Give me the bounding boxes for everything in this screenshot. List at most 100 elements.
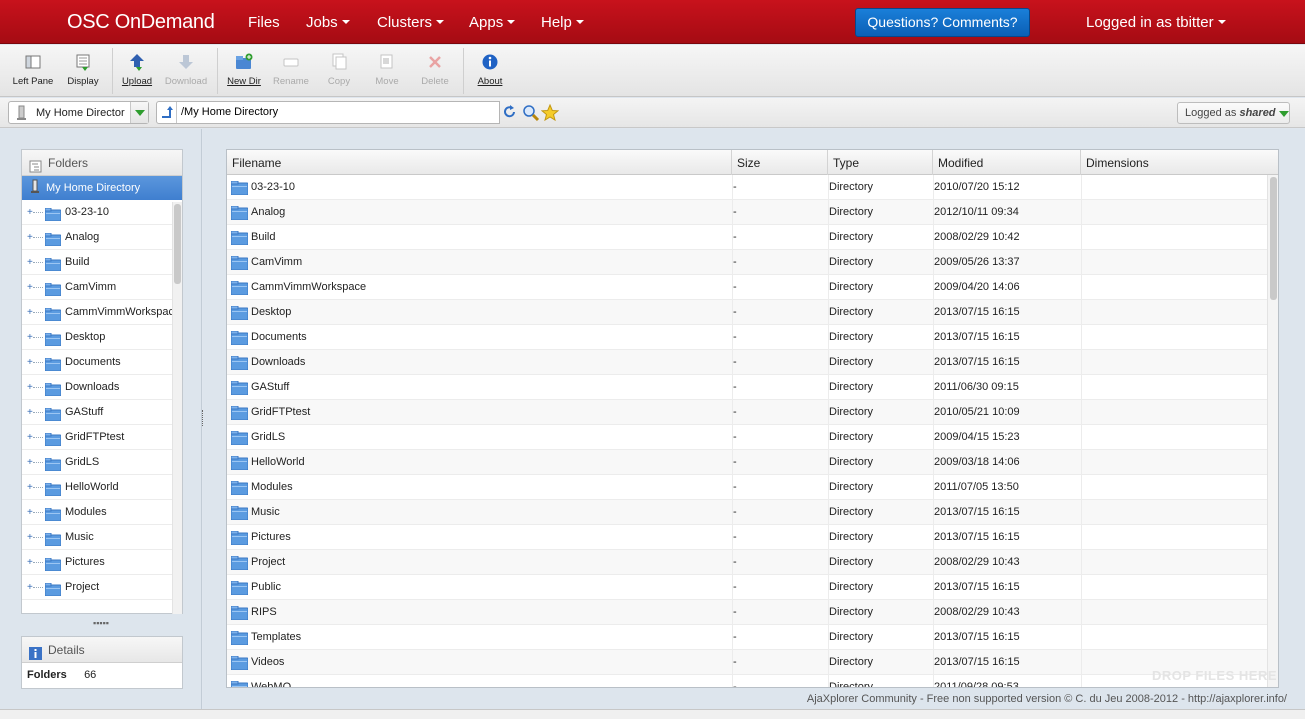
file-row[interactable]: 03-23-10 - Directory 2010/07/20 15:12 (227, 175, 1267, 200)
folder-tree-scrollbar[interactable] (172, 202, 182, 614)
tree-folder-item[interactable]: + Documents (22, 350, 182, 375)
nav-apps[interactable]: Apps (469, 14, 516, 31)
column-dimensions[interactable]: Dimensions (1081, 150, 1278, 175)
tree-folder-item[interactable]: + Pictures (22, 550, 182, 575)
questions-button[interactable]: Questions? Comments? (855, 8, 1030, 37)
expand-plus-icon[interactable]: + (27, 400, 33, 424)
scrollbar-thumb[interactable] (174, 204, 181, 284)
file-row[interactable]: Desktop - Directory 2013/07/15 16:15 (227, 300, 1267, 325)
file-row[interactable]: HelloWorld - Directory 2009/03/18 14:06 (227, 450, 1267, 475)
column-modified[interactable]: Modified (933, 150, 1081, 175)
file-type: Directory (829, 406, 874, 418)
column-divider (1081, 675, 1082, 687)
expand-plus-icon[interactable]: + (27, 525, 33, 549)
upload-button[interactable]: Upload (109, 51, 165, 87)
expand-plus-icon[interactable]: + (27, 500, 33, 524)
tree-folder-item[interactable]: + GridLS (22, 450, 182, 475)
nav-help[interactable]: Help (541, 14, 584, 31)
tree-folder-label: CammVimmWorkspace (65, 306, 181, 318)
nav-jobs[interactable]: Jobs (306, 14, 350, 31)
download-button[interactable]: Download (158, 51, 214, 87)
brand-logo[interactable]: OSC OnDemand (67, 11, 215, 34)
tree-folder-item[interactable]: +03-23-10 (22, 200, 182, 225)
tree-folder-item[interactable]: + Music (22, 525, 182, 550)
file-row[interactable]: Modules - Directory 2011/07/05 13:50 (227, 475, 1267, 500)
tree-connector (33, 362, 43, 363)
tree-folder-item[interactable]: + HelloWorld (22, 475, 182, 500)
expand-plus-icon[interactable]: + (27, 200, 33, 224)
file-row[interactable]: Music - Directory 2013/07/15 16:15 (227, 500, 1267, 525)
expand-plus-icon[interactable]: + (27, 250, 33, 274)
tree-connector (33, 437, 43, 438)
expand-plus-icon[interactable]: + (27, 275, 33, 299)
tree-folder-item[interactable]: + Desktop (22, 325, 182, 350)
file-row[interactable]: Videos - Directory 2013/07/15 16:15 (227, 650, 1267, 675)
file-size: - (733, 656, 737, 668)
nav-files[interactable]: Files (248, 14, 280, 31)
nav-clusters[interactable]: Clusters (377, 14, 445, 31)
expand-plus-icon[interactable]: + (27, 550, 33, 574)
tree-folder-item[interactable]: + CammVimmWorkspace (22, 300, 182, 325)
file-row[interactable]: CamVimm - Directory 2009/05/26 13:37 (227, 250, 1267, 275)
file-row[interactable]: Downloads - Directory 2013/07/15 16:15 (227, 350, 1267, 375)
logged-as-shared-menu[interactable]: Logged as shared (1177, 102, 1290, 124)
file-list-scrollbar[interactable] (1267, 175, 1278, 687)
tree-folder-item[interactable]: + Modules (22, 500, 182, 525)
column-type[interactable]: Type (828, 150, 933, 175)
file-row[interactable]: Build - Directory 2008/02/29 10:42 (227, 225, 1267, 250)
repository-select[interactable]: My Home Director (8, 101, 149, 124)
file-row[interactable]: WebMO - Directory 2011/09/28 09:53 (227, 675, 1267, 687)
file-row[interactable]: GAStuff - Directory 2011/06/30 09:15 (227, 375, 1267, 400)
expand-plus-icon[interactable]: + (27, 450, 33, 474)
file-row[interactable]: GridLS - Directory 2009/04/15 15:23 (227, 425, 1267, 450)
search-icon[interactable] (522, 104, 540, 122)
file-name: CammVimmWorkspace (251, 281, 367, 293)
repository-dropdown-toggle[interactable] (130, 102, 148, 123)
about-button[interactable]: About (462, 51, 518, 87)
file-row[interactable]: Public - Directory 2013/07/15 16:15 (227, 575, 1267, 600)
tree-folder-item[interactable]: + GridFTPtest (22, 425, 182, 450)
folder-icon (44, 231, 62, 247)
tree-folder-item[interactable]: + GAStuff (22, 400, 182, 425)
refresh-icon[interactable] (502, 104, 520, 122)
folder-icon (230, 630, 249, 646)
expand-plus-icon[interactable]: + (27, 325, 33, 349)
expand-plus-icon[interactable]: + (27, 425, 33, 449)
column-filename[interactable]: Filename (227, 150, 732, 175)
expand-plus-icon[interactable]: + (27, 300, 33, 324)
user-menu[interactable]: Logged in as tbitter (1086, 14, 1226, 31)
file-row[interactable]: RIPS - Directory 2008/02/29 10:43 (227, 600, 1267, 625)
expand-plus-icon[interactable]: + (27, 350, 33, 374)
column-size[interactable]: Size (732, 150, 828, 175)
path-input[interactable] (181, 106, 481, 118)
delete-button[interactable]: Delete (407, 51, 463, 87)
file-row[interactable]: CammVimmWorkspace - Directory 2009/04/20 14… (227, 275, 1267, 300)
scrollbar-thumb[interactable] (1270, 177, 1277, 300)
path-field-container (156, 101, 500, 124)
parent-directory-button[interactable] (157, 102, 177, 123)
bookmark-star-icon[interactable] (540, 103, 560, 122)
expand-plus-icon[interactable]: + (27, 475, 33, 499)
file-row[interactable]: GridFTPtest - Directory 2010/05/21 10:09 (227, 400, 1267, 425)
tree-folder-item[interactable]: + Project (22, 575, 182, 600)
display-button[interactable]: Display (55, 51, 111, 87)
expand-plus-icon[interactable]: + (27, 375, 33, 399)
file-name: Templates (251, 631, 302, 643)
file-size: - (733, 256, 737, 268)
folder-icon (230, 330, 249, 346)
tree-root-home[interactable]: My Home Directory (22, 176, 182, 200)
file-row[interactable]: Analog - Directory 2012/10/11 09:34 (227, 200, 1267, 225)
tree-folder-item[interactable]: + Build (22, 250, 182, 275)
file-name: Documents (251, 331, 307, 343)
expand-plus-icon[interactable]: + (27, 225, 33, 249)
panel-resize-grip[interactable]: ▪▪▪▪▪ (93, 618, 109, 628)
file-row[interactable]: Project - Directory 2008/02/29 10:43 (227, 550, 1267, 575)
expand-plus-icon[interactable]: + (27, 575, 33, 599)
tree-folder-item[interactable]: + CamVimm (22, 275, 182, 300)
left-pane-button[interactable]: Left Pane (5, 51, 61, 87)
tree-folder-item[interactable]: + Downloads (22, 375, 182, 400)
file-row[interactable]: Pictures - Directory 2013/07/15 16:15 (227, 525, 1267, 550)
file-row[interactable]: Documents - Directory 2013/07/15 16:15 (227, 325, 1267, 350)
file-row[interactable]: Templates - Directory 2013/07/15 16:15 (227, 625, 1267, 650)
tree-folder-item[interactable]: + Analog (22, 225, 182, 250)
